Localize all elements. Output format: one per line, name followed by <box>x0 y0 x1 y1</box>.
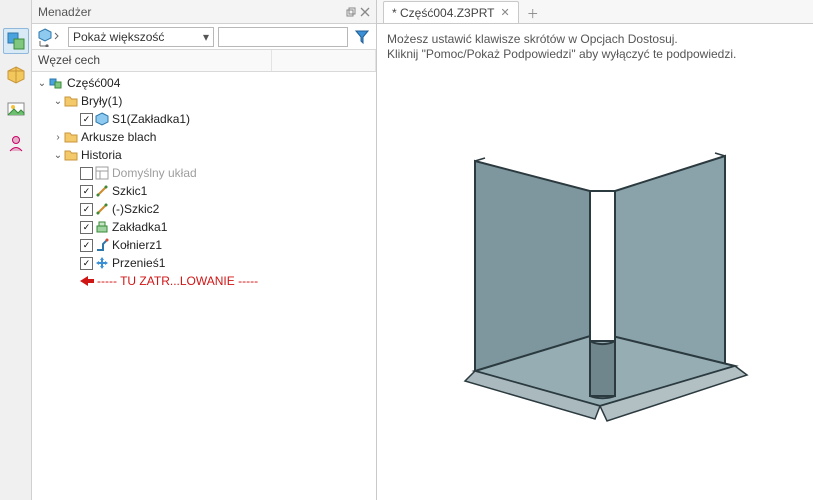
tree-header: Węzeł cech <box>32 50 376 72</box>
checkbox[interactable]: ✓ <box>80 257 93 270</box>
rollback-arrow-icon <box>80 275 94 287</box>
checkbox[interactable]: ✓ <box>80 203 93 216</box>
tree-mode-icon[interactable] <box>36 26 64 48</box>
checkbox[interactable]: ✓ <box>80 239 93 252</box>
tree-item-label: Zakładka1 <box>112 220 167 234</box>
hint-line1: Możesz ustawić klawisze skrótów w Opcjac… <box>387 32 803 47</box>
manager-title: Menadżer <box>38 5 91 19</box>
layout-icon <box>95 166 109 180</box>
tree-history: ⌄ Historia <box>32 146 376 164</box>
folder-icon <box>64 94 78 108</box>
tree-item-label: Przenieś1 <box>112 256 165 270</box>
iconbar-user-icon[interactable] <box>3 130 29 156</box>
tab-label: * Część004.Z3PRT <box>392 6 495 20</box>
part-icon <box>48 75 64 91</box>
tree-history-item[interactable]: ✓ (-)Szkic2 <box>32 200 376 218</box>
manager-panel: Menadżer Pokaż większość ▾ Węzeł cech ⌄ <box>32 0 377 500</box>
collapse-icon[interactable]: ⌄ <box>36 78 48 89</box>
tree-history-label: Historia <box>81 148 122 162</box>
tree-history-item[interactable]: ✓ Przenieś1 <box>32 254 376 272</box>
search-input[interactable] <box>218 27 348 47</box>
tree-history-item[interactable]: ✓ Szkic1 <box>32 182 376 200</box>
iconbar-assembly-icon[interactable] <box>3 28 29 54</box>
checkbox[interactable]: ✓ <box>80 113 93 126</box>
tree-solids: ⌄ Bryły(1) <box>32 92 376 110</box>
tree-sheets-label: Arkusze blach <box>81 130 156 144</box>
tree-history-item[interactable]: ✓ Zakładka1 <box>32 218 376 236</box>
tree-item-label: Domyślny układ <box>112 166 197 180</box>
combo-label: Pokaż większość <box>73 30 164 44</box>
manager-toolbar: Pokaż większość ▾ <box>32 24 376 50</box>
close-icon[interactable] <box>360 7 370 17</box>
tree-sheets: › Arkusze blach <box>32 128 376 146</box>
filter-icon[interactable] <box>352 27 372 47</box>
tree-history-item[interactable]: ✓ Kołnierz1 <box>32 236 376 254</box>
tab-close-icon[interactable]: ✕ <box>501 6 510 19</box>
tree-solid-s1: ✓ S1(Zakładka1) <box>32 110 376 128</box>
hint-line2: Kliknij "Pomoc/Pokaż Podpowiedzi" aby wy… <box>387 47 803 62</box>
tree-item-label: Kołnierz1 <box>112 238 162 252</box>
tree-root: ⌄ Część004 <box>32 74 376 92</box>
document-area: * Część004.Z3PRT ✕ ＋ Możesz ustawić klaw… <box>377 0 813 500</box>
restore-icon[interactable] <box>346 7 356 17</box>
folder-icon <box>64 148 78 162</box>
tree-item-label: Szkic1 <box>112 184 147 198</box>
folder-icon <box>64 130 78 144</box>
rollback-label: ----- TU ZATR...LOWANIE ----- <box>97 274 258 288</box>
tree-history-item[interactable]: Domyślny układ <box>32 164 376 182</box>
tree-header-col2[interactable] <box>272 50 376 71</box>
sketch-icon <box>95 202 109 216</box>
expand-icon[interactable]: › <box>52 132 64 143</box>
tree-header-col1[interactable]: Węzeł cech <box>32 50 272 71</box>
checkbox[interactable] <box>80 167 93 180</box>
solid-icon <box>95 112 109 126</box>
move-icon <box>95 256 109 270</box>
tree-solid-label: S1(Zakładka1) <box>112 112 190 126</box>
flange-icon <box>95 238 109 252</box>
iconbar-image-icon[interactable] <box>3 96 29 122</box>
iconbar-cube-icon[interactable] <box>3 62 29 88</box>
tab-active[interactable]: * Część004.Z3PRT ✕ <box>383 1 519 23</box>
left-iconbar <box>0 0 32 500</box>
tab-icon <box>95 220 109 234</box>
tree-rollback-bar: ----- TU ZATR...LOWANIE ----- <box>32 272 376 290</box>
collapse-icon[interactable]: ⌄ <box>52 96 64 107</box>
hint-text: Możesz ustawić klawisze skrótów w Opcjac… <box>377 24 813 66</box>
sketch-icon <box>95 184 109 198</box>
3d-viewport[interactable] <box>377 66 813 500</box>
collapse-icon[interactable]: ⌄ <box>52 150 64 161</box>
tree-root-label: Część004 <box>67 76 120 90</box>
tabbar: * Część004.Z3PRT ✕ ＋ <box>377 0 813 24</box>
checkbox[interactable]: ✓ <box>80 185 93 198</box>
manager-titlebar: Menadżer <box>32 0 376 24</box>
part-render <box>415 121 775 481</box>
feature-tree[interactable]: ⌄ Część004 ⌄ Bryły(1) ✓ S1(Zakładka1) › … <box>32 72 376 500</box>
checkbox[interactable]: ✓ <box>80 221 93 234</box>
chevron-down-icon: ▾ <box>203 30 209 44</box>
tree-solids-label: Bryły(1) <box>81 94 122 108</box>
view-filter-combo[interactable]: Pokaż większość ▾ <box>68 27 214 47</box>
tab-add-icon[interactable]: ＋ <box>523 3 543 23</box>
tree-item-label: (-)Szkic2 <box>112 202 159 216</box>
